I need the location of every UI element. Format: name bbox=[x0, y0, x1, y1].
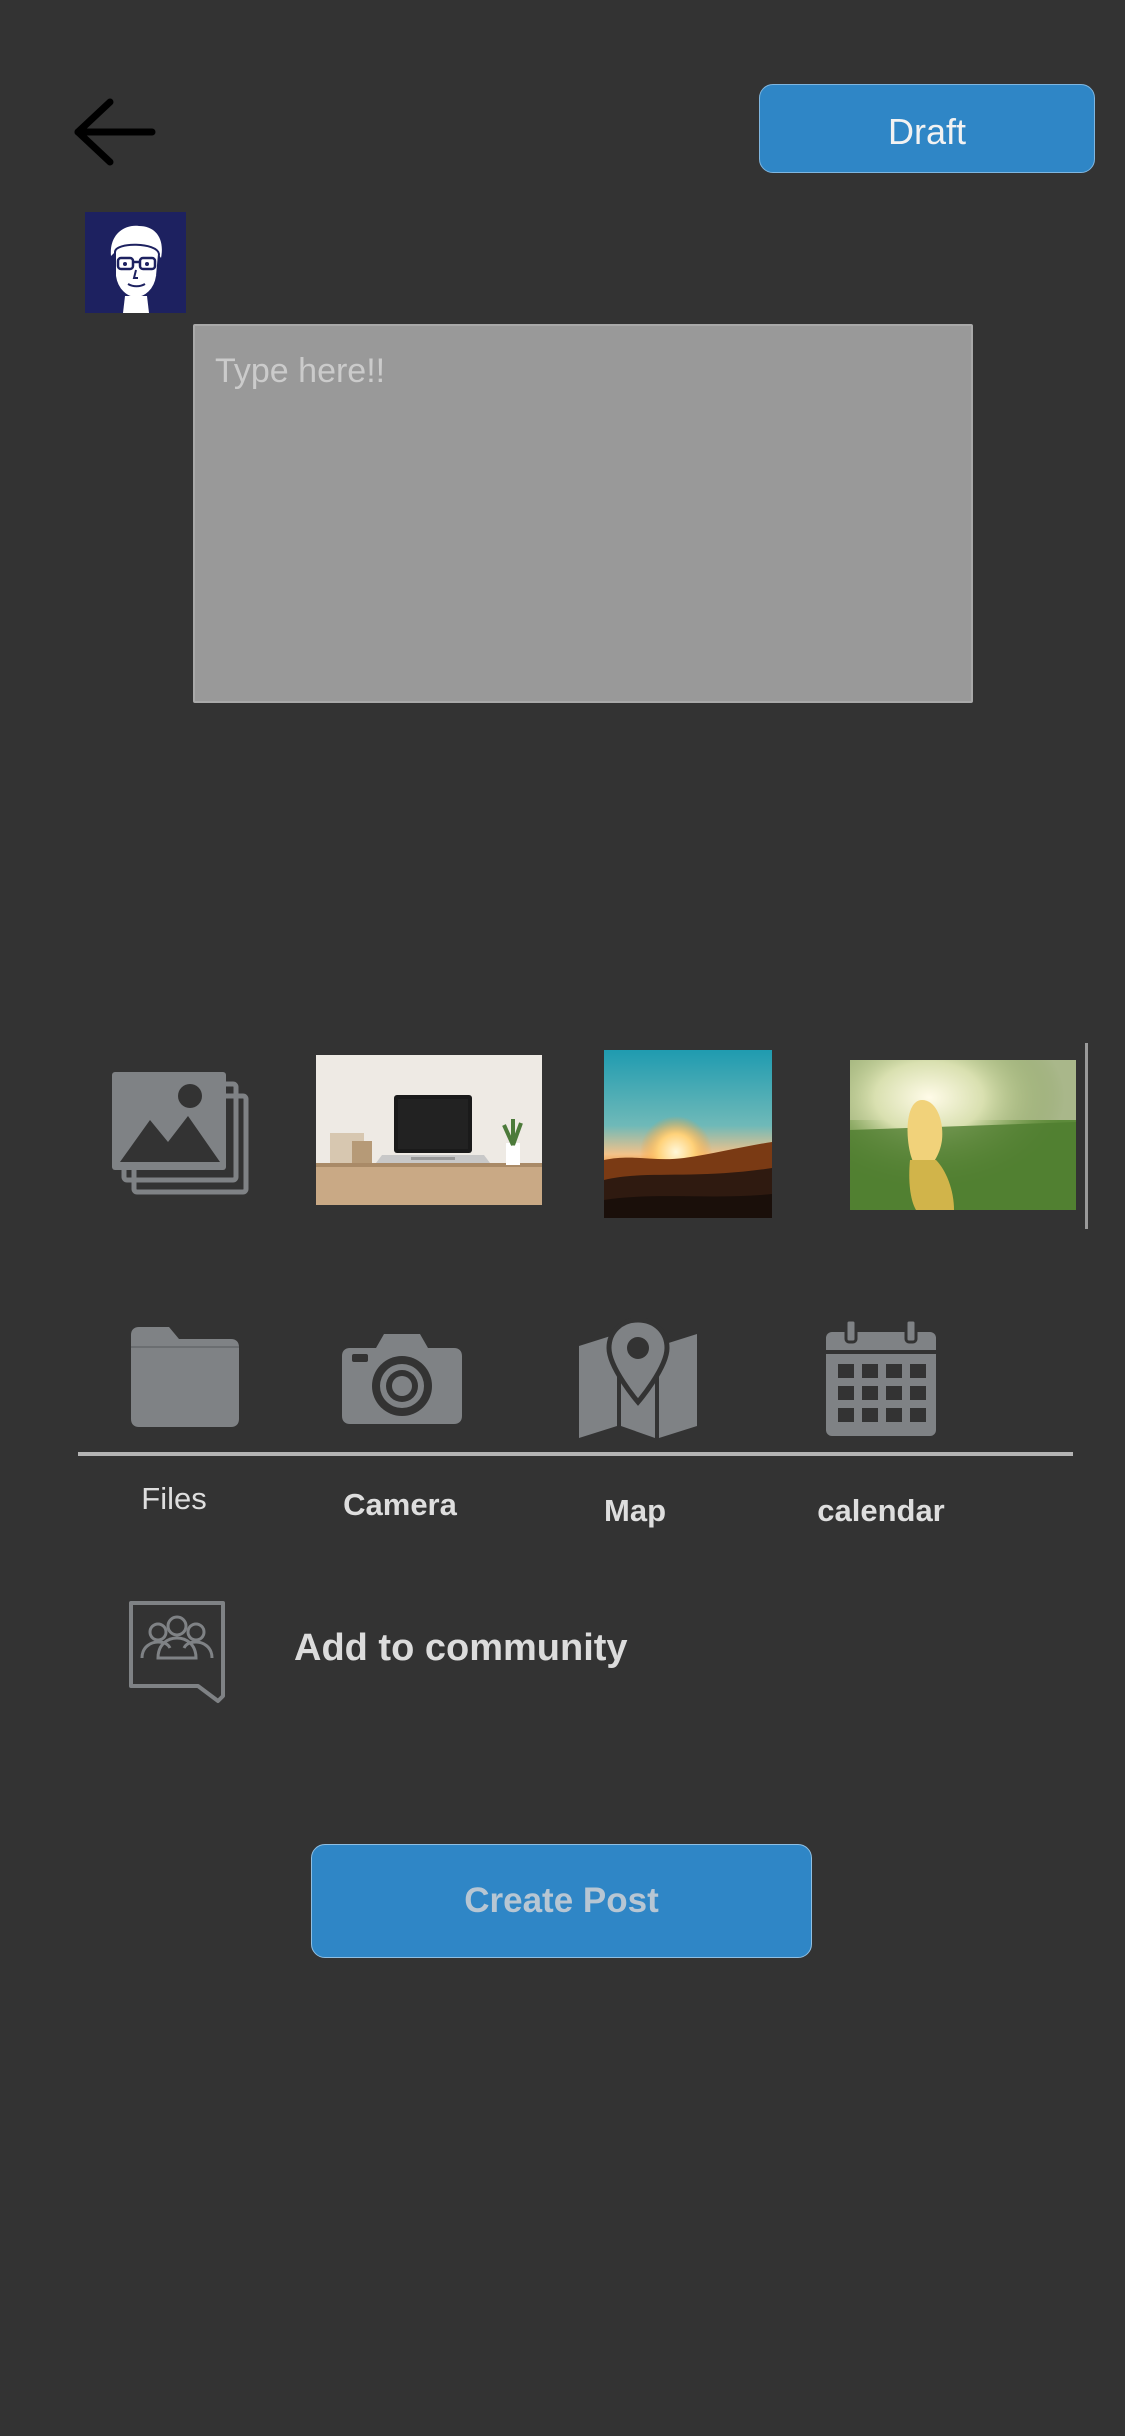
avatar[interactable] bbox=[85, 212, 186, 313]
camera-icon[interactable] bbox=[340, 1330, 464, 1426]
arrow-left-icon bbox=[74, 98, 156, 166]
calendar-icon[interactable] bbox=[824, 1318, 938, 1438]
draft-button[interactable]: Draft bbox=[759, 84, 1095, 173]
image-gallery-icon[interactable] bbox=[112, 1072, 252, 1196]
community-chat-icon[interactable] bbox=[128, 1600, 226, 1704]
create-post-button[interactable]: Create Post bbox=[311, 1844, 812, 1958]
calendar-label[interactable]: calendar bbox=[781, 1493, 981, 1529]
map-pin-icon[interactable] bbox=[577, 1317, 699, 1440]
camera-label[interactable]: Camera bbox=[300, 1487, 500, 1523]
folder-icon[interactable] bbox=[127, 1325, 241, 1429]
files-label[interactable]: Files bbox=[74, 1481, 274, 1517]
tools-divider bbox=[78, 1452, 1073, 1456]
sunset-photo[interactable] bbox=[604, 1050, 772, 1218]
laptop-on-desk-photo[interactable] bbox=[316, 1055, 542, 1205]
back-button[interactable] bbox=[72, 96, 158, 168]
media-strip-scrollbar[interactable] bbox=[1085, 1043, 1088, 1229]
girl-in-field-photo[interactable] bbox=[850, 1060, 1076, 1210]
user-avatar-icon bbox=[85, 212, 186, 313]
map-label[interactable]: Map bbox=[535, 1493, 735, 1529]
post-text-input[interactable] bbox=[193, 324, 973, 703]
add-to-community-label[interactable]: Add to community bbox=[294, 1627, 628, 1670]
